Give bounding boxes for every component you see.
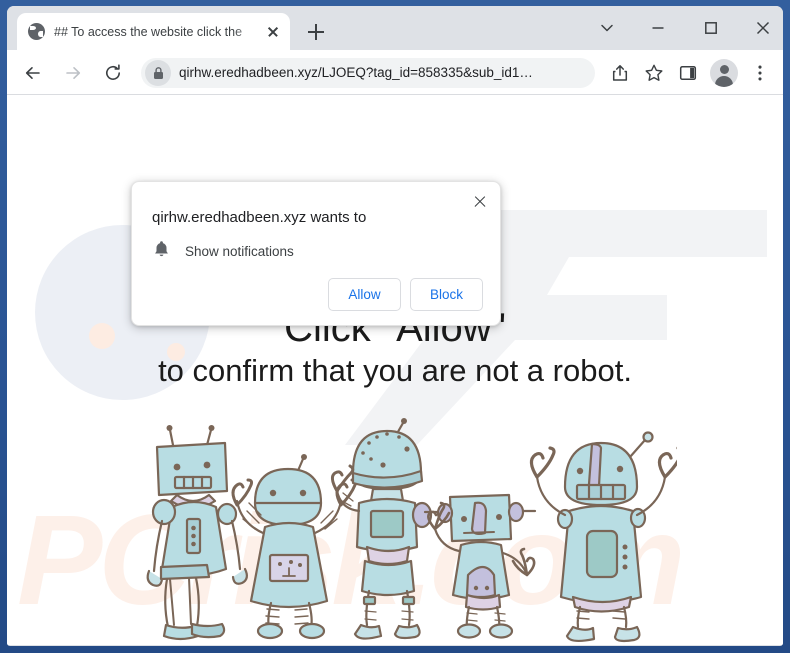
robots-illustration (146, 418, 677, 643)
dialog-title: qirhw.eredhadbeen.xyz wants to (152, 209, 367, 226)
address-bar[interactable]: qirhw.eredhadbeen.xyz/LJOEQ?tag_id=85833… (141, 57, 595, 88)
minimize-button[interactable] (636, 12, 680, 44)
permission-row: Show notifications (153, 240, 294, 263)
forward-arrow-icon[interactable] (57, 57, 89, 89)
permission-label: Show notifications (185, 244, 294, 259)
maximize-button[interactable] (689, 12, 733, 44)
bell-icon (153, 240, 170, 263)
browser-toolbar: qirhw.eredhadbeen.xyz/LJOEQ?tag_id=85833… (7, 50, 783, 95)
browser-window: ## To access the website click the qirhw… (0, 0, 790, 653)
tab-title: ## To access the website click the (54, 24, 243, 39)
notification-permission-dialog: qirhw.eredhadbeen.xyz wants to Show noti… (131, 181, 501, 326)
new-tab-button[interactable] (304, 20, 328, 44)
star-icon[interactable] (639, 58, 669, 88)
block-button[interactable]: Block (410, 278, 483, 311)
allow-button[interactable]: Allow (328, 278, 401, 311)
window-close-icon[interactable] (741, 12, 783, 44)
reload-icon[interactable] (97, 57, 129, 89)
tab-search-chevron-down-icon[interactable] (585, 12, 629, 44)
tab-strip: ## To access the website click the (7, 6, 783, 50)
dialog-close-icon[interactable] (469, 191, 491, 213)
share-icon[interactable] (605, 58, 635, 88)
dialog-actions: Allow Block (328, 278, 483, 311)
avatar[interactable] (710, 58, 738, 87)
side-panel-icon[interactable] (673, 58, 703, 88)
window-content: ## To access the website click the qirhw… (7, 6, 783, 646)
page-content: PCrisk.com Click "Allow" to confirm that… (7, 95, 783, 645)
page-subheadline: to confirm that you are not a robot. (158, 353, 632, 388)
lock-icon[interactable] (145, 59, 171, 86)
three-dot-menu-icon[interactable] (745, 58, 775, 88)
tab-close-icon[interactable] (264, 23, 282, 41)
globe-icon (28, 23, 45, 40)
browser-tab[interactable]: ## To access the website click the (17, 13, 290, 50)
back-arrow-icon[interactable] (17, 57, 49, 89)
url-text: qirhw.eredhadbeen.xyz/LJOEQ?tag_id=85833… (179, 65, 533, 80)
